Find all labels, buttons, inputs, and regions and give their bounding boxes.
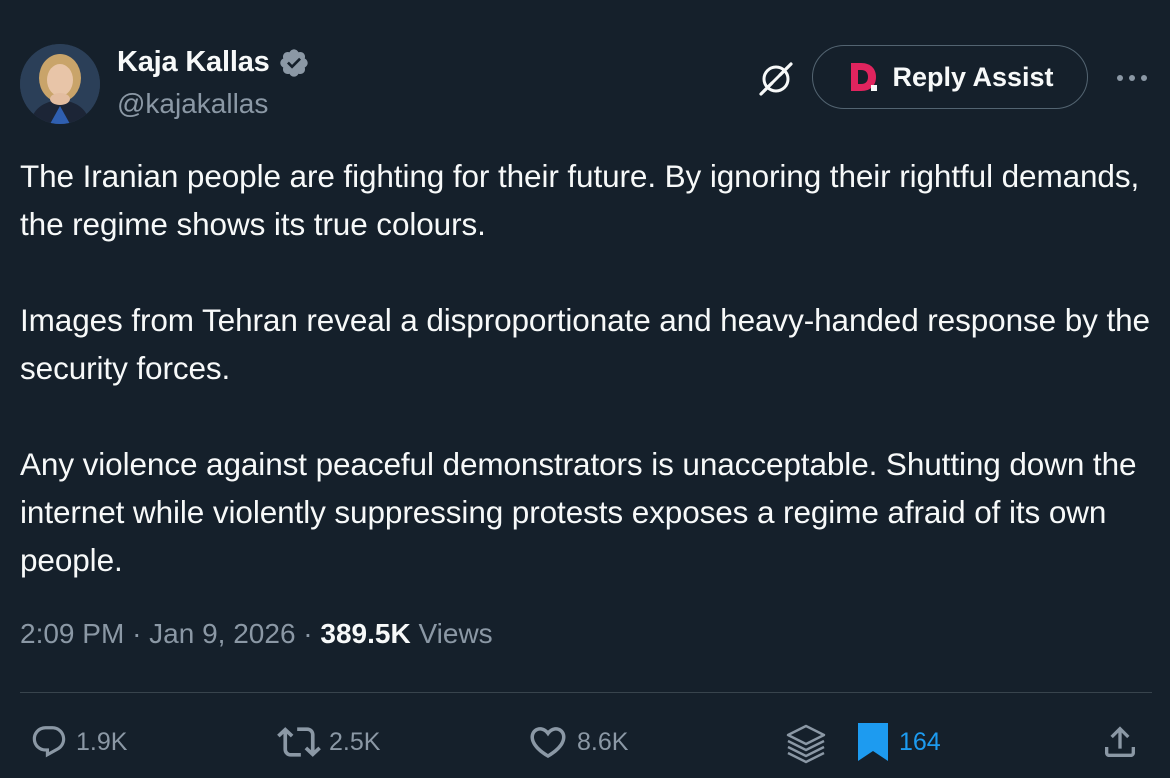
like-count: 8.6K bbox=[577, 727, 629, 756]
bookmark-filled-icon bbox=[858, 723, 888, 761]
heart-icon bbox=[530, 727, 566, 759]
layers-button[interactable] bbox=[784, 720, 828, 764]
tweet-text: The Iranian people are fighting for thei… bbox=[20, 152, 1155, 584]
author-handle[interactable]: @kajakallas bbox=[117, 88, 268, 120]
layers-icon bbox=[786, 724, 826, 764]
reply-assist-button[interactable]: Reply Assist bbox=[812, 45, 1088, 109]
author-name-row: Kaja Kallas bbox=[117, 46, 310, 79]
bookmark-count: 164 bbox=[899, 727, 941, 756]
reply-assist-logo-icon bbox=[851, 63, 878, 91]
meta-separator: · bbox=[303, 618, 313, 649]
bookmark-button[interactable]: 164 bbox=[855, 720, 941, 764]
tweet-meta: 2:09 PM · Jan 9, 2026 · 389.5K Views bbox=[20, 618, 493, 650]
reply-count: 1.9K bbox=[76, 727, 128, 756]
reply-button[interactable]: 1.9K bbox=[30, 720, 127, 764]
more-horizontal-icon[interactable] bbox=[1114, 70, 1150, 86]
tweet-time[interactable]: 2:09 PM bbox=[20, 618, 124, 649]
verified-badge-icon bbox=[279, 48, 308, 77]
author-display-name[interactable]: Kaja Kallas bbox=[117, 46, 270, 79]
like-button[interactable]: 8.6K bbox=[527, 720, 628, 764]
meta-separator: · bbox=[132, 618, 142, 649]
avatar[interactable] bbox=[20, 44, 100, 124]
tweet-paragraph: The Iranian people are fighting for thei… bbox=[20, 158, 1140, 242]
tweet-paragraph: Any violence against peaceful demonstrat… bbox=[20, 446, 1137, 578]
divider bbox=[20, 692, 1152, 693]
tweet-paragraph: Images from Tehran reveal a disproportio… bbox=[20, 302, 1150, 386]
reply-assist-label: Reply Assist bbox=[892, 61, 1054, 92]
repost-count: 2.5K bbox=[329, 727, 381, 756]
repost-button[interactable]: 2.5K bbox=[277, 720, 380, 764]
share-icon bbox=[1105, 726, 1135, 757]
share-button[interactable] bbox=[1100, 720, 1140, 764]
tweet: Kaja Kallas @kajakallas Reply Assist The… bbox=[0, 0, 1170, 778]
repost-icon bbox=[277, 727, 321, 757]
grok-slash-icon[interactable] bbox=[755, 58, 797, 100]
reply-icon bbox=[32, 726, 66, 758]
tweet-date[interactable]: Jan 9, 2026 bbox=[149, 618, 295, 649]
views-count: 389.5K bbox=[320, 618, 411, 649]
views-label: Views bbox=[418, 618, 493, 649]
